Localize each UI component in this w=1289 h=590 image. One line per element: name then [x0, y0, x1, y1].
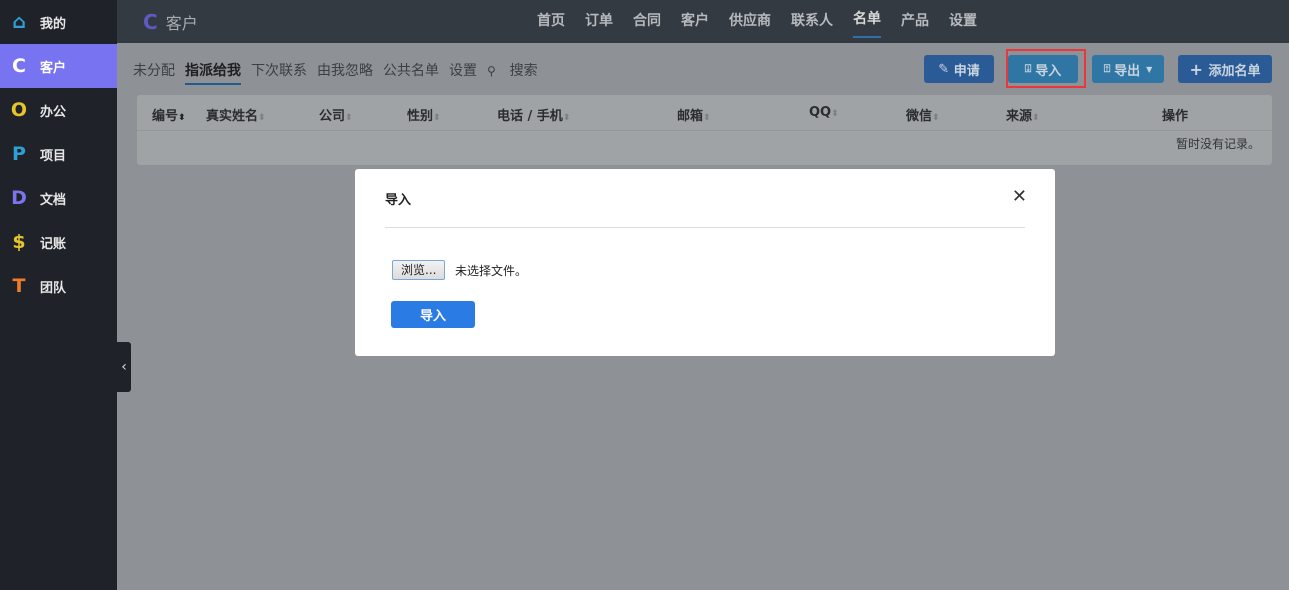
column-header[interactable]: 来源⬍ [1006, 105, 1040, 124]
column-header[interactable]: 邮箱⬍ [677, 105, 711, 124]
sidebar: ⌂ 我的 C 客户 O 办公 P 项目 D 文档 $ 记账 T 团队 [0, 0, 117, 590]
sort-icon: ⬍ [562, 113, 571, 123]
export-label: 导出 [1114, 63, 1141, 79]
sidebar-item[interactable]: D 文档 [0, 176, 117, 220]
collapse-sidebar-button[interactable]: ‹ [117, 342, 131, 392]
export-icon: ⍐ [1103, 62, 1115, 75]
app-logo-icon: C [143, 10, 158, 34]
sidebar-icon: ⌂ [12, 11, 26, 33]
apply-label: 申请 [953, 63, 980, 79]
sidebar-icon: C [12, 55, 26, 77]
search-label: 搜索 [509, 63, 538, 79]
app-title-text: 客户 [165, 14, 198, 33]
sidebar-item[interactable]: C 客户 [0, 44, 117, 88]
column-header[interactable]: QQ⬍ [809, 105, 839, 120]
search-link[interactable]: ⚲ 搜索 [487, 60, 548, 85]
sort-icon: ⬍ [703, 113, 711, 123]
nav-item[interactable]: 合同 [633, 0, 661, 43]
sort-icon: ⬍ [831, 109, 839, 119]
subnav-tab[interactable]: 未分配 [133, 60, 175, 85]
column-header: 操作 [1162, 105, 1188, 124]
sidebar-item[interactable]: O 办公 [0, 88, 117, 132]
plus-icon: + [1189, 59, 1209, 79]
sidebar-icon: P [12, 143, 26, 165]
sidebar-item[interactable]: ⌂ 我的 [0, 0, 117, 44]
sidebar-icon: D [11, 187, 27, 209]
file-status: 未选择文件。 [455, 264, 528, 278]
sidebar-item-label: 办公 [40, 104, 67, 120]
sort-icon: ⬍ [932, 113, 940, 123]
dialog-title: 导入 [385, 193, 412, 208]
sort-icon: ⬍ [1032, 113, 1040, 123]
sidebar-item-label: 文档 [40, 192, 67, 208]
nav-item[interactable]: 客户 [681, 0, 709, 43]
column-header[interactable]: 真实姓名⬍ [206, 105, 266, 124]
column-header-label: 真实姓名 [206, 109, 259, 124]
import-dialog: 导入 ✕ 浏览... 未选择文件。 导入 [355, 169, 1055, 356]
subnav-tab[interactable]: 指派给我 [185, 60, 241, 85]
nav-item[interactable]: 产品 [901, 0, 929, 43]
nav-item[interactable]: 订单 [585, 0, 613, 43]
subnav-tab[interactable]: 设置 [449, 60, 477, 85]
column-header-label: 性别 [407, 109, 434, 124]
sidebar-item[interactable]: $ 记账 [0, 220, 117, 264]
column-header-label: 操作 [1162, 109, 1189, 124]
search-icon: ⚲ [487, 64, 500, 78]
sidebar-item-label: 记账 [40, 236, 67, 252]
apply-button[interactable]: ✎ 申请 [924, 55, 994, 83]
sidebar-icon: $ [12, 231, 26, 253]
nav-item[interactable]: 设置 [949, 0, 977, 43]
column-header-label: 微信 [906, 109, 933, 124]
highlight-box [1006, 49, 1086, 88]
sidebar-item-label: 我的 [40, 16, 67, 32]
column-header-label: 来源 [1006, 109, 1033, 124]
sidebar-item[interactable]: P 项目 [0, 132, 117, 176]
nav-item[interactable]: 首页 [537, 0, 565, 43]
column-header[interactable]: 编号⬍ [152, 105, 186, 124]
subnav-tab[interactable]: 由我忽略 [317, 60, 373, 85]
close-icon[interactable]: ✕ [1012, 186, 1027, 207]
sort-icon: ⬍ [433, 113, 441, 123]
add-list-label: 添加名单 [1208, 63, 1261, 79]
column-header[interactable]: 性别⬍ [407, 105, 441, 124]
sort-icon: ⬍ [178, 113, 186, 123]
nav-item[interactable]: 名单 [853, 0, 881, 38]
column-header-label: 电话 / 手机 [497, 109, 563, 124]
caret-down-icon: ▼ [1146, 64, 1153, 74]
browse-file-button[interactable]: 浏览... [392, 260, 446, 280]
top-bar: C 客户 首页 订单 合同 客户 供应商 联系人 名单 产品 设置 [117, 0, 1289, 43]
subnav-tab[interactable]: 公共名单 [383, 60, 439, 85]
divider [137, 130, 1272, 131]
list-table: 暂时没有记录。 编号⬍ 真实姓名⬍ 公司⬍ 性别⬍ 电话 / 手机⬍ 邮箱⬍ QQ⬍ 微信⬍ 来… [137, 95, 1272, 165]
column-header-label: 邮箱 [677, 109, 704, 124]
sort-icon: ⬍ [258, 113, 266, 123]
column-header[interactable]: 公司⬍ [319, 105, 353, 124]
app-title: C 客户 [143, 10, 198, 34]
pencil-icon: ✎ [938, 61, 954, 77]
sidebar-item[interactable]: T 团队 [0, 264, 117, 308]
sidebar-item-label: 项目 [40, 148, 67, 164]
column-header-label: 编号 [152, 109, 179, 124]
export-button[interactable]: ⍐ 导出 ▼ [1092, 55, 1164, 83]
import-submit-button[interactable]: 导入 [391, 301, 475, 328]
sub-nav: 未分配 指派给我 下次联系 由我忽略 公共名单 设置 ⚲ 搜索 [133, 60, 558, 85]
column-header[interactable]: 电话 / 手机⬍ [497, 105, 570, 124]
subnav-tab[interactable]: 下次联系 [251, 60, 307, 85]
sidebar-icon: T [12, 275, 26, 297]
sidebar-item-label: 客户 [40, 60, 67, 76]
add-list-button[interactable]: + 添加名单 [1178, 55, 1272, 83]
divider [385, 227, 1025, 228]
main-nav: 首页 订单 合同 客户 供应商 联系人 名单 产品 设置 [537, 0, 997, 43]
column-header-label: QQ [809, 105, 832, 120]
sort-icon: ⬍ [345, 113, 353, 123]
column-header-label: 公司 [319, 109, 346, 124]
nav-item[interactable]: 供应商 [729, 0, 771, 43]
empty-message: 暂时没有记录。 [1175, 137, 1260, 151]
sidebar-item-label: 团队 [40, 280, 67, 296]
column-header[interactable]: 微信⬍ [906, 105, 940, 124]
sidebar-icon: O [10, 99, 28, 121]
nav-item[interactable]: 联系人 [791, 0, 833, 43]
